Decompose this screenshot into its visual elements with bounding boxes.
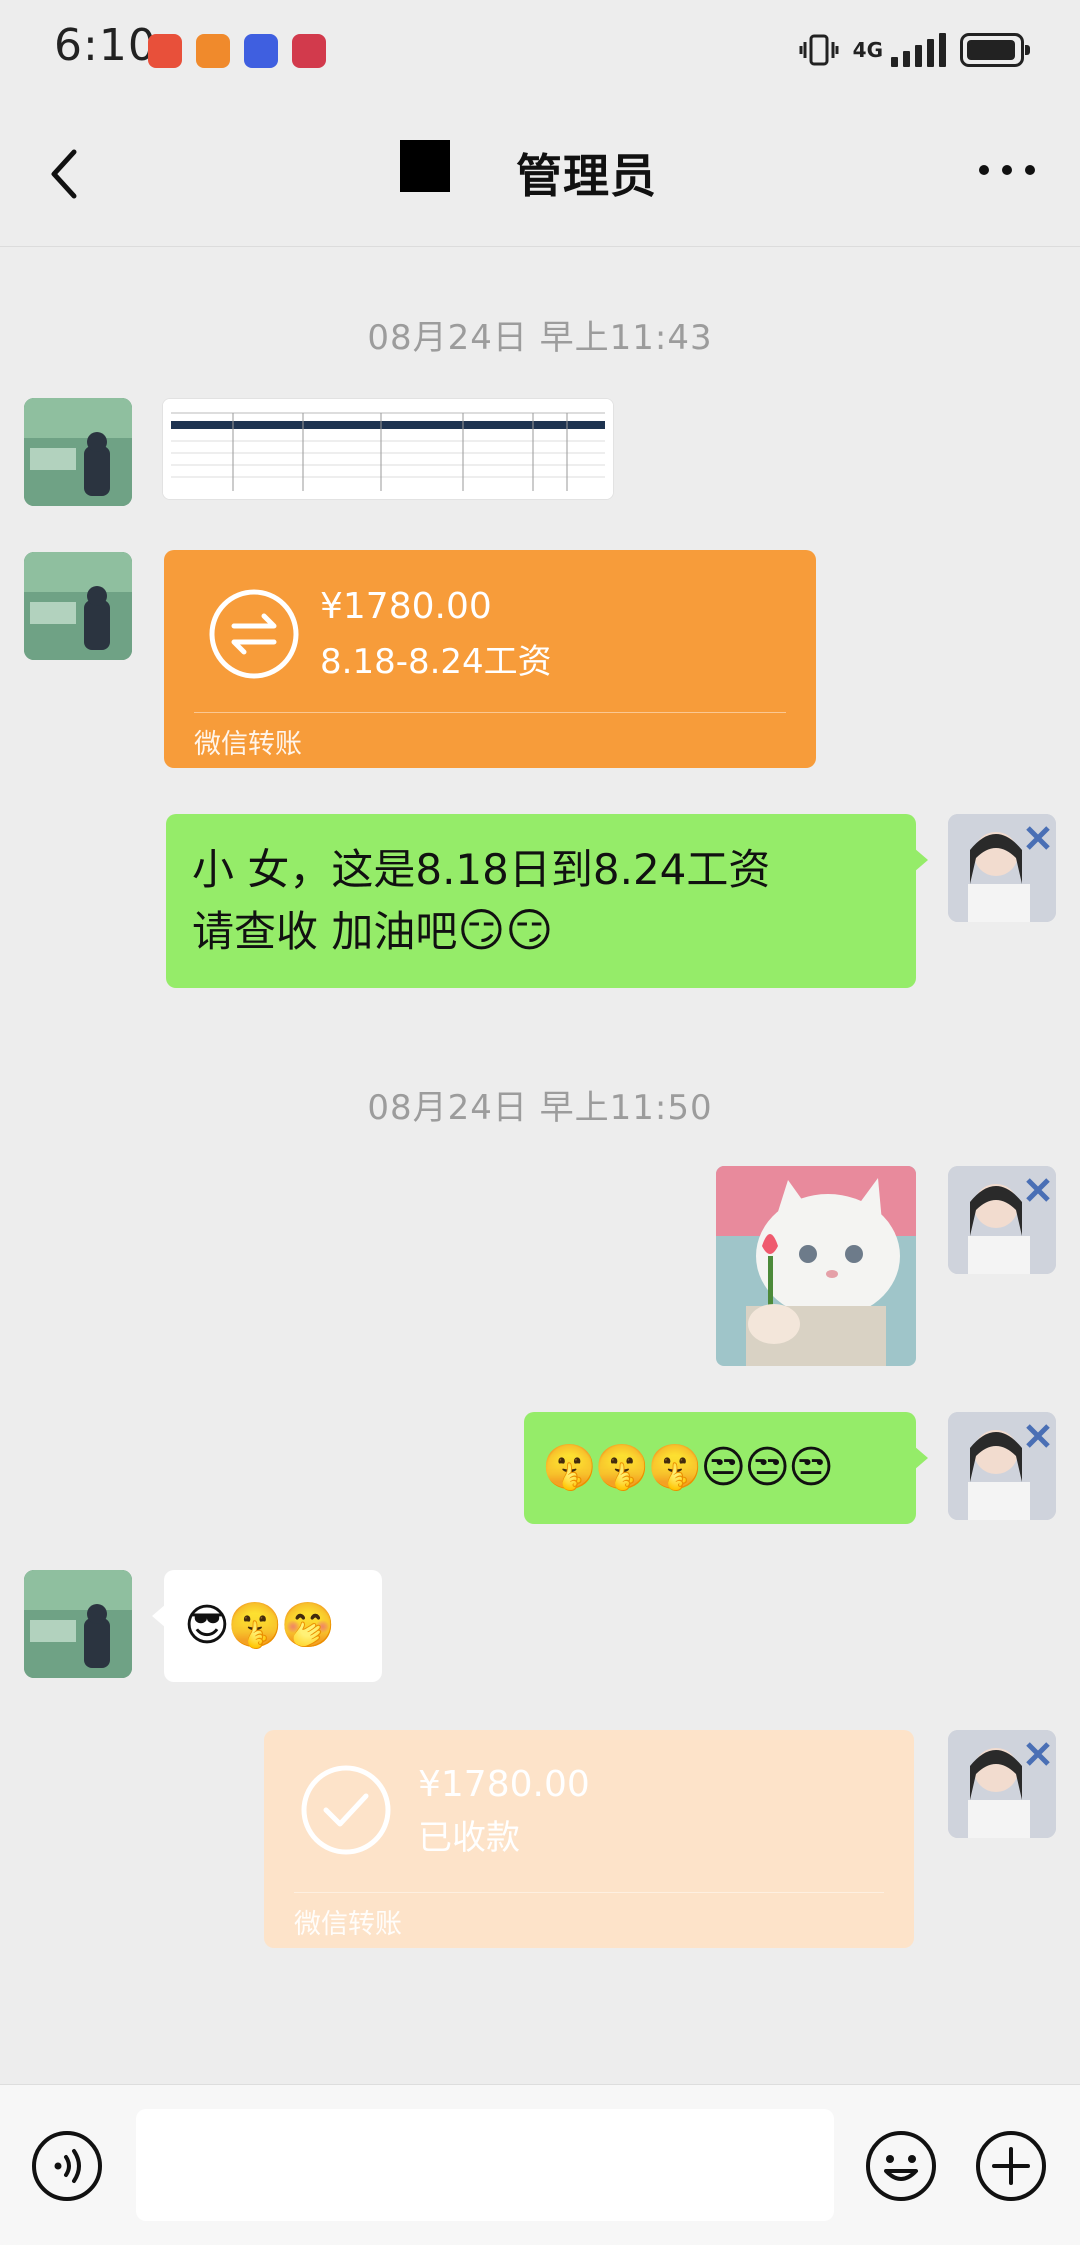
message-text: 小 女，这是8.18日到8.24工资	[192, 845, 771, 894]
voice-icon[interactable]	[30, 2129, 104, 2203]
redacted-name-block	[400, 140, 450, 192]
avatar-image	[24, 1570, 132, 1678]
message-text: 请查收 加油吧	[192, 907, 458, 956]
avatar-image	[948, 1730, 1056, 1838]
emoji-message-bubble[interactable]: 🤫🤫🤫😒😒😒	[524, 1412, 928, 1524]
system-icons: 4G	[799, 28, 1030, 72]
image-message-cat[interactable]	[716, 1166, 916, 1366]
input-bar	[0, 2084, 1080, 2245]
avatar-image	[24, 398, 132, 506]
avatar-self[interactable]	[948, 1412, 1056, 1520]
avatar-self[interactable]	[948, 1730, 1056, 1838]
spreadsheet-thumbnail	[163, 399, 613, 499]
vibrate-icon	[799, 34, 839, 66]
transfer-amount: ¥1780.00	[418, 1764, 590, 1805]
cat-with-tulip-image	[716, 1166, 916, 1366]
message-timestamp: 08月24日 早上11:43	[367, 318, 713, 358]
image-message-spreadsheet[interactable]	[162, 398, 614, 500]
emoji-icon[interactable]	[864, 2129, 938, 2203]
more-icon[interactable]	[972, 150, 1042, 190]
message-timestamp: 08月24日 早上11:50	[367, 1088, 713, 1128]
avatar[interactable]	[24, 1570, 132, 1678]
notification-app-icon	[292, 34, 326, 68]
chat-header: 管理员	[0, 100, 1080, 247]
avatar[interactable]	[24, 552, 132, 660]
message-text-line2: 请查收 加油吧😏😏	[192, 900, 890, 962]
avatar-image	[948, 1412, 1056, 1520]
emoji-smirk: 😏😏	[457, 903, 554, 957]
signal-icon	[891, 33, 946, 67]
transfer-amount: ¥1780.00	[320, 586, 492, 627]
text-message-bubble[interactable]: 小 女，这是8.18日到8.24工资 请查收 加油吧😏😏	[166, 814, 928, 988]
back-icon[interactable]	[40, 144, 90, 204]
notification-app-icon	[148, 34, 182, 68]
transfer-footer: 微信转账	[194, 729, 302, 760]
avatar-image	[948, 1166, 1056, 1274]
emoji-message-bubble[interactable]: 😎🤫🤭	[152, 1570, 382, 1682]
avatar-self[interactable]	[948, 814, 1056, 922]
transfer-footer: 微信转账	[294, 1909, 402, 1940]
chat-title: 管理员	[516, 149, 657, 203]
divider	[294, 1892, 884, 1893]
avatar-image	[24, 552, 132, 660]
transfer-description: 8.18-8.24工资	[320, 642, 552, 682]
avatar-image	[948, 814, 1056, 922]
status-bar: 6:10 4G	[0, 0, 1080, 100]
notification-app-icon	[196, 34, 230, 68]
transfer-icon	[209, 589, 299, 679]
network-type: 4G	[852, 38, 883, 62]
avatar-self[interactable]	[948, 1166, 1056, 1274]
transfer-received-message[interactable]: ¥1780.00 已收款 微信转账	[264, 1730, 914, 1948]
emoji-row: 😎🤫🤭	[184, 1600, 335, 1651]
transfer-message[interactable]: ¥1780.00 8.18-8.24工资 微信转账	[164, 550, 816, 768]
check-icon	[301, 1765, 391, 1855]
status-time: 6:10	[54, 20, 157, 71]
transfer-status: 已收款	[418, 1818, 520, 1858]
avatar[interactable]	[24, 398, 132, 506]
notification-app-icon	[244, 34, 278, 68]
message-input[interactable]	[136, 2109, 834, 2221]
battery-icon	[960, 33, 1030, 67]
emoji-row: 🤫🤫🤫😒😒😒	[542, 1442, 834, 1493]
plus-icon[interactable]	[974, 2129, 1048, 2203]
divider	[194, 712, 786, 713]
